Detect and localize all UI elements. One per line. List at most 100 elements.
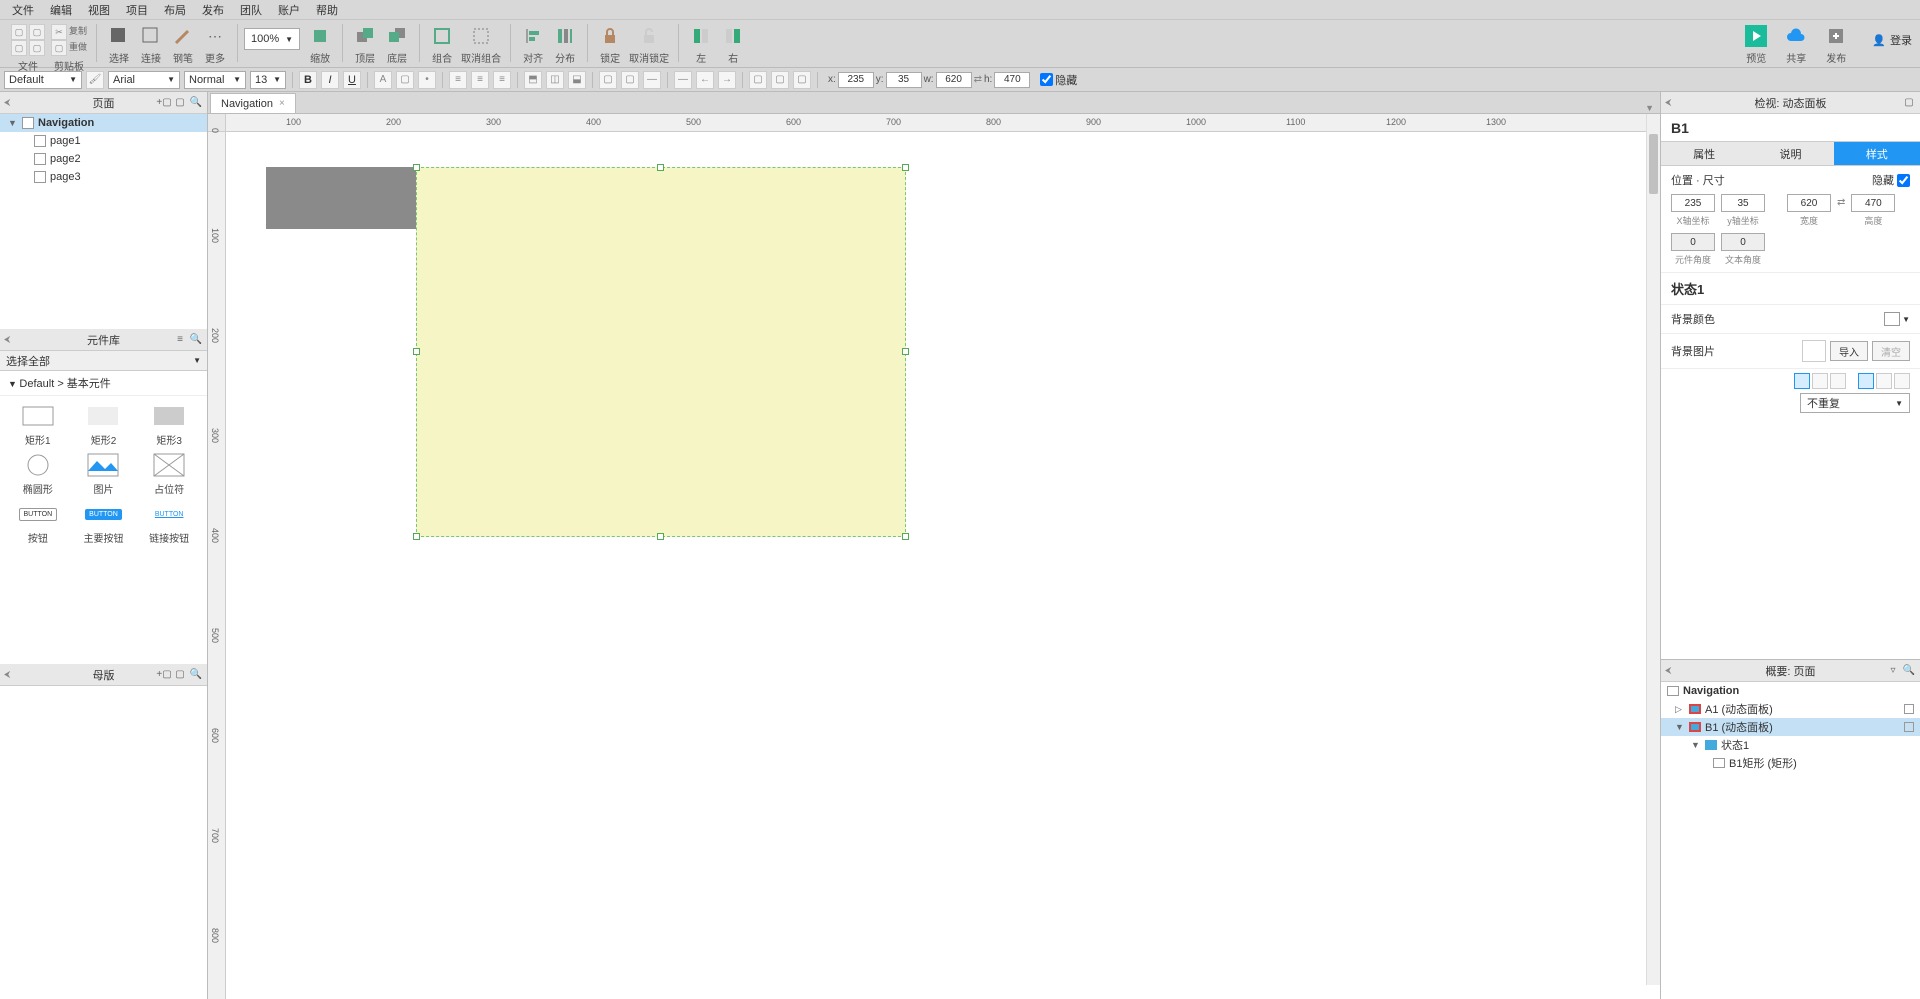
search-icon[interactable]: 🔍 (189, 668, 203, 682)
page-root[interactable]: ▼ Navigation (0, 114, 207, 132)
resize-handle[interactable] (902, 348, 909, 355)
toolbar-file[interactable]: ▢ ▢ ▢ ▢ 文件 (8, 24, 48, 73)
outline-item-b1rect[interactable]: B1矩形 (矩形) (1661, 754, 1920, 772)
bold-button[interactable]: B (299, 71, 317, 89)
font-combo[interactable]: Arial▼ (108, 71, 180, 89)
toolbar-preview[interactable]: 预览 (1740, 24, 1772, 65)
tree-arrow-icon[interactable]: ▼ (1691, 740, 1701, 750)
style-combo[interactable]: Default▼ (4, 71, 82, 89)
style-paint-icon[interactable]: 🖌 (86, 71, 104, 89)
close-icon[interactable]: × (279, 98, 285, 109)
menu-team[interactable]: 团队 (232, 0, 270, 20)
resize-handle[interactable] (902, 533, 909, 540)
toolbar-share[interactable]: 共享 (1780, 24, 1812, 65)
border-color-button[interactable]: ▢ (621, 71, 639, 89)
valign-top-button[interactable] (1858, 373, 1874, 389)
toolbar-front[interactable]: 顶层 (349, 24, 381, 65)
outline-item-visibility[interactable] (1904, 722, 1914, 732)
tab-properties[interactable]: 属性 (1661, 142, 1747, 165)
h-input[interactable] (994, 72, 1030, 88)
line-style-button[interactable]: — (674, 71, 692, 89)
widget-button[interactable]: BUTTON按钮 (8, 502, 68, 545)
menu-edit[interactable]: 编辑 (42, 0, 80, 20)
collapse-icon[interactable]: ⮜ (4, 669, 10, 680)
login-button[interactable]: 👤 登录 (1872, 32, 1912, 48)
page-item[interactable]: page3 (0, 168, 207, 186)
hide-checkbox[interactable]: 隐藏 (1040, 72, 1077, 88)
toolbar-align[interactable]: 对齐 (517, 24, 549, 65)
toolbar-select[interactable]: 选择 (103, 24, 135, 65)
outline-root[interactable]: Navigation (1661, 682, 1920, 700)
page-item[interactable]: page2 (0, 150, 207, 168)
halign-right-button[interactable] (1830, 373, 1846, 389)
halign-left-button[interactable] (1794, 373, 1810, 389)
tree-arrow-icon[interactable]: ▷ (1675, 704, 1685, 715)
cut-icon[interactable]: ✂ (51, 24, 67, 40)
underline-button[interactable]: U (343, 71, 361, 89)
lock-aspect-icon[interactable]: ⇄ (1837, 197, 1845, 208)
menu-view[interactable]: 视图 (80, 0, 118, 20)
toolbar-dock-left[interactable]: 左 (685, 24, 717, 65)
page-icon[interactable]: ▢ (1902, 96, 1916, 110)
hide-checkbox[interactable] (1897, 174, 1910, 187)
menu-help[interactable]: 帮助 (308, 0, 346, 20)
w-input[interactable] (936, 72, 972, 88)
toolbar-clipboard[interactable]: ✂ 复制 ▢ 重做 剪贴板 (48, 24, 90, 73)
search-icon[interactable]: 🔍 (1902, 664, 1916, 678)
resize-handle[interactable] (902, 164, 909, 171)
widget-image[interactable]: 图片 (74, 453, 134, 496)
shadow-outer-button[interactable]: ▢ (749, 71, 767, 89)
w-input[interactable] (1787, 194, 1831, 212)
repeat-combo[interactable]: 不重复▼ (1800, 393, 1910, 413)
tree-arrow-icon[interactable]: ▼ (1675, 722, 1685, 732)
toolbar-pen[interactable]: 钢笔 (167, 24, 199, 65)
add-folder-icon[interactable]: ▢ (173, 96, 187, 110)
widget-rect2[interactable]: 矩形2 (74, 404, 134, 447)
valign-bot-button[interactable] (1894, 373, 1910, 389)
tab-scroll-icon[interactable]: ▼ (1645, 103, 1654, 113)
shadow-inner-button[interactable]: ▢ (771, 71, 789, 89)
filter-icon[interactable]: ▿ (1886, 664, 1900, 678)
border-width-button[interactable]: — (643, 71, 661, 89)
align-left-button[interactable]: ≡ (449, 71, 467, 89)
tab-style[interactable]: 样式 (1834, 142, 1920, 165)
search-icon[interactable]: 🔍 (189, 333, 203, 347)
opacity-button[interactable]: ▢ (793, 71, 811, 89)
toolbar-connect[interactable]: 连接 (135, 24, 167, 65)
collapse-icon[interactable]: ⮜ (1665, 97, 1671, 108)
bullet-button[interactable]: • (418, 71, 436, 89)
menu-account[interactable]: 账户 (270, 0, 308, 20)
scrollbar-thumb[interactable] (1649, 134, 1658, 194)
page-item[interactable]: page1 (0, 132, 207, 150)
toolbar-dock-right[interactable]: 右 (717, 24, 749, 65)
arrow-end-button[interactable]: → (718, 71, 736, 89)
fill-color-button[interactable]: ▢ (599, 71, 617, 89)
widget-placeholder[interactable]: 占位符 (139, 453, 199, 496)
lib-breadcrumb[interactable]: ▼ Default > 基本元件 (0, 371, 207, 396)
h-input[interactable] (1851, 194, 1895, 212)
menu-project[interactable]: 项目 (118, 0, 156, 20)
align-right-button[interactable]: ≡ (493, 71, 511, 89)
valign-bot-button[interactable]: ⬓ (568, 71, 586, 89)
align-center-button[interactable]: ≡ (471, 71, 489, 89)
resize-handle[interactable] (657, 164, 664, 171)
ruler-vertical[interactable]: 0100200300400500600700800 (208, 132, 226, 999)
lib-menu-icon[interactable]: ≡ (173, 333, 187, 347)
toolbar-group[interactable]: 组合 (426, 24, 458, 65)
italic-button[interactable]: I (321, 71, 339, 89)
x-input[interactable] (1671, 194, 1715, 212)
open-file-icon[interactable]: ▢ (29, 24, 45, 40)
chevron-down-icon[interactable]: ▼ (1902, 315, 1910, 324)
fill-button[interactable]: ▢ (396, 71, 414, 89)
search-icon[interactable]: 🔍 (189, 96, 203, 110)
save-icon[interactable]: ▢ (11, 40, 27, 56)
resize-handle[interactable] (413, 348, 420, 355)
paste-icon[interactable]: ▢ (51, 40, 67, 56)
y-input[interactable] (886, 72, 922, 88)
clear-button[interactable]: 清空 (1872, 341, 1910, 361)
widget-link-button[interactable]: BUTTON链接按钮 (139, 502, 199, 545)
toolbar-back[interactable]: 底层 (381, 24, 413, 65)
add-page-icon[interactable]: +▢ (157, 96, 171, 110)
toolbar-ungroup[interactable]: 取消组合 (458, 24, 504, 65)
toolbar-more[interactable]: ⋯ 更多 (199, 24, 231, 65)
